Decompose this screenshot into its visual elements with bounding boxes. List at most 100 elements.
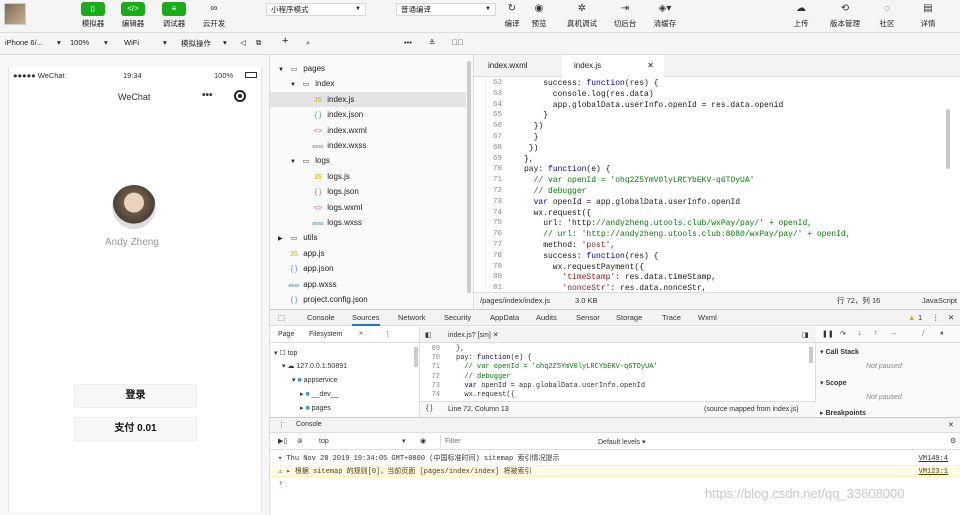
collapse-icon[interactable]: ≚ xyxy=(429,38,435,47)
file-tree-item[interactable]: ▶ ▭ utils xyxy=(270,230,466,245)
deactivate-breakpoints-icon[interactable]: ⧸ xyxy=(922,330,924,338)
avatar[interactable] xyxy=(4,3,26,25)
source-scrollbar[interactable] xyxy=(809,347,813,363)
community-button[interactable]: ◌ 社区 xyxy=(871,1,903,29)
tree-item-pages[interactable]: ▸ ■ pages xyxy=(300,404,331,412)
cloud-dev-button[interactable]: ∞ 云开发 xyxy=(198,1,230,29)
filter-input[interactable] xyxy=(440,435,590,448)
compile-select[interactable]: 普通编译 ▼ xyxy=(396,3,496,16)
devtools-tab-console[interactable]: Console xyxy=(307,313,335,322)
tab-filesystem[interactable]: Filesystem xyxy=(309,331,342,338)
pay-button[interactable]: 支付 0.01 xyxy=(74,417,197,441)
zoom-select[interactable]: 100% xyxy=(70,38,89,47)
devtools-tab-sensor[interactable]: Sensor xyxy=(576,313,600,322)
file-tree-item[interactable]: { } app.json xyxy=(270,261,466,276)
debugger-toggle-button[interactable]: ≡ 调试器 xyxy=(158,1,190,29)
tab-index-wxml[interactable]: index.wxml xyxy=(476,55,540,77)
navigator-scrollbar[interactable] xyxy=(414,347,418,367)
devtools-tab-sources[interactable]: Sources xyxy=(352,313,380,326)
file-tree-item[interactable]: JS logs.js xyxy=(270,169,466,184)
mode-select[interactable]: 小程序模式 ▼ xyxy=(266,3,366,16)
file-tree-item[interactable]: wxss app.wxss xyxy=(270,277,466,292)
breakpoints-header[interactable]: ▸ Breakpoints xyxy=(820,409,866,417)
inspect-icon[interactable]: ⬚ xyxy=(278,313,285,322)
devtools-tab-wxml[interactable]: Wxml xyxy=(698,313,717,322)
login-button[interactable]: 登录 xyxy=(74,384,197,408)
tree-scrollbar[interactable] xyxy=(467,61,471,293)
more-vertical-icon[interactable]: ⋮ xyxy=(932,313,940,322)
preview-button[interactable]: ◉ 预览 xyxy=(523,1,555,29)
source-code-area[interactable]: 69}, 70 pay: function(e) {71 // var openId… xyxy=(420,344,812,400)
console-prompt[interactable]: › xyxy=(278,478,283,488)
close-icon[interactable]: ✕ xyxy=(647,55,654,77)
more-icon[interactable]: ••• xyxy=(202,90,213,101)
window-icon[interactable]: ⧉ xyxy=(256,38,261,48)
devtools-tab-trace[interactable]: Trace xyxy=(662,313,681,322)
file-tree-item[interactable]: ▼ ▭ index xyxy=(270,76,466,91)
tree-item-dev[interactable]: ▸ ■ __dev__ xyxy=(300,390,339,398)
step-out-icon[interactable]: ↑ xyxy=(874,330,878,337)
step-into-icon[interactable]: ↓ xyxy=(858,330,862,337)
close-icon[interactable]: ✕ xyxy=(948,421,954,429)
file-tree-item[interactable]: ▼ ▭ logs xyxy=(270,153,466,168)
file-tree-item[interactable]: { } project.config.json xyxy=(270,292,466,307)
pause-exceptions-icon[interactable]: ⏸ xyxy=(940,330,944,338)
details-button[interactable]: ▤ 详情 xyxy=(912,1,944,29)
clear-cache-button[interactable]: ◈▾ 清缓存 xyxy=(649,1,681,29)
eye-icon[interactable]: ◉ xyxy=(420,437,426,445)
file-tree-item[interactable]: { } logs.json xyxy=(270,184,466,199)
call-stack-header[interactable]: ▾ Call Stack xyxy=(820,348,859,356)
network-select[interactable]: WiFi xyxy=(124,38,139,47)
close-capsule-icon[interactable] xyxy=(234,90,246,102)
file-tree-item[interactable]: JS app.js xyxy=(270,246,466,261)
file-tree-item[interactable]: wxss index.wxss xyxy=(270,138,466,153)
source-tab[interactable]: index.js? [sm] ✕ xyxy=(448,331,499,339)
tree-item-top[interactable]: ▾ ☐ top xyxy=(274,349,297,357)
devtools-tab-security[interactable]: Security xyxy=(444,313,471,322)
more-tabs-icon[interactable]: » xyxy=(359,330,363,337)
upload-button[interactable]: ☁ 上传 xyxy=(785,1,817,29)
tab-index-js[interactable]: index.js ✕ xyxy=(562,55,664,77)
drawer-menu-icon[interactable]: ⋮ xyxy=(278,421,285,429)
device-select[interactable]: iPhone 6/... xyxy=(5,38,43,47)
editor-toggle-button[interactable]: </> 编辑器 xyxy=(117,1,149,29)
devtools-tab-network[interactable]: Network xyxy=(398,313,426,322)
message-source-link[interactable]: VM123:1 xyxy=(919,466,948,478)
file-tree-item[interactable]: <> logs.wxml xyxy=(270,200,466,215)
source-mapped-link[interactable]: (source mapped from index.js) xyxy=(704,406,799,413)
tab-page[interactable]: Page xyxy=(278,331,294,338)
operation-select[interactable]: 模拟操作 xyxy=(181,38,211,49)
switch-background-button[interactable]: ⇥ 切后台 xyxy=(609,1,641,29)
tree-item-appservice[interactable]: ▾ ■ appservice xyxy=(292,376,338,384)
file-tree-item[interactable]: JS index.js xyxy=(270,91,466,107)
clear-console-icon[interactable]: ⊘ xyxy=(297,437,303,445)
toggle-debugger-icon[interactable]: ◨ xyxy=(802,331,809,339)
console-message[interactable]: ▾ Thu Nov 28 2019 19:34:05 GMT+0800 (中国标… xyxy=(270,453,960,465)
tree-item-host[interactable]: ▾ ☁ 127.0.0.1:50891 xyxy=(282,362,347,370)
file-tree-item[interactable]: ▼ ▭ pages xyxy=(270,61,466,76)
file-tree-item[interactable]: { } index.json xyxy=(270,107,466,122)
file-tree-item[interactable]: wxss logs.wxss xyxy=(270,215,466,230)
more-icon[interactable]: ••• xyxy=(404,38,412,47)
remote-debug-button[interactable]: ✲ 真机调试 xyxy=(566,1,598,29)
more-vertical-icon[interactable]: ⋮ xyxy=(384,330,391,338)
devtools-tab-audits[interactable]: Audits xyxy=(536,313,557,322)
step-over-icon[interactable]: ↷ xyxy=(840,330,846,338)
volume-icon[interactable]: ◁ xyxy=(240,38,246,47)
log-levels-select[interactable]: Default levels ▾ xyxy=(598,438,645,446)
version-button[interactable]: ⟲ 版本管理 xyxy=(826,1,864,29)
toggle-sidebar-icon[interactable]: ▶▯ xyxy=(278,437,287,445)
console-message[interactable]: ⚠ ▸ 根据 sitemap 的规则[0]，当前页面 [pages/index/… xyxy=(270,465,960,477)
devtools-tab-appdata[interactable]: AppData xyxy=(490,313,519,322)
gear-icon[interactable]: ⚙ xyxy=(950,437,956,445)
editor-scrollbar[interactable] xyxy=(946,109,950,169)
message-source-link[interactable]: VM149:4 xyxy=(919,453,948,465)
step-icon[interactable]: → xyxy=(890,330,897,337)
scope-header[interactable]: ▾ Scope xyxy=(820,379,846,387)
context-select[interactable]: top xyxy=(319,438,329,445)
pause-icon[interactable]: ❚❚ xyxy=(822,330,834,338)
split-icon[interactable]: ▯⃞ xyxy=(452,38,463,47)
search-icon[interactable]: ⌕ xyxy=(306,38,310,48)
format-icon[interactable]: { } xyxy=(426,405,433,412)
add-file-icon[interactable]: + xyxy=(282,35,288,47)
